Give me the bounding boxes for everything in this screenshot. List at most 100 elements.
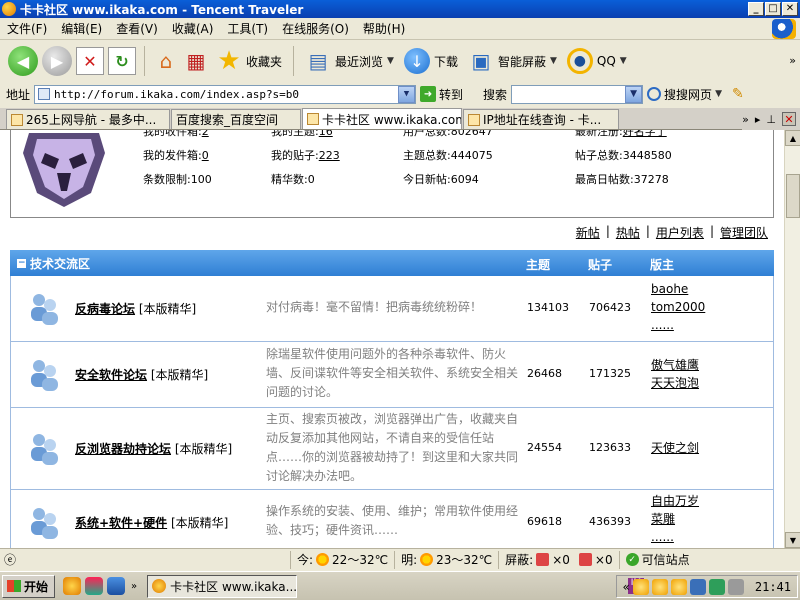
chevron-down-icon: ▼ bbox=[789, 535, 797, 545]
stop-button[interactable]: ✕ bbox=[76, 47, 104, 75]
moderator-link[interactable]: 自由万岁 bbox=[651, 492, 699, 510]
chevron-down-icon[interactable]: ▼ bbox=[550, 56, 557, 66]
close-window-button[interactable]: ✕ bbox=[782, 2, 798, 16]
tab-menu-icon[interactable]: ▸ bbox=[755, 113, 761, 126]
favorites-button[interactable]: ★ 收藏夹 bbox=[213, 45, 285, 77]
network-tray-icon[interactable] bbox=[708, 578, 725, 595]
scroll-thumb[interactable] bbox=[786, 174, 800, 218]
moderator-more-link[interactable]: ...... bbox=[651, 316, 705, 334]
menu-tools[interactable]: 工具(T) bbox=[220, 20, 275, 37]
menu-view[interactable]: 查看(V) bbox=[109, 20, 165, 37]
stat-my-posts: 我的贴子:223 bbox=[271, 149, 340, 162]
forum-essence-link[interactable]: [本版精华] bbox=[139, 302, 196, 316]
moderator-link[interactable]: baohe bbox=[651, 280, 705, 298]
moderator-link[interactable]: 菜雕 bbox=[651, 510, 699, 528]
qq-tray-icon[interactable] bbox=[670, 578, 687, 595]
taskbar-window-button[interactable]: 卡卡社区 www.ikaka.... bbox=[147, 574, 298, 598]
tray-expand-button[interactable]: « bbox=[623, 580, 630, 594]
tab-overflow-button[interactable]: » bbox=[742, 113, 749, 126]
qq-tray-icon[interactable] bbox=[632, 578, 649, 595]
forum-moderators: 自由万岁 菜雕 ...... bbox=[651, 492, 699, 546]
forum-link[interactable]: 反浏览器劫持论坛 bbox=[75, 442, 171, 456]
go-button[interactable]: ➜ 转到 bbox=[420, 86, 463, 103]
browser-quicklaunch-icon[interactable] bbox=[63, 577, 82, 595]
admin-team-link[interactable]: 管理团队 bbox=[720, 224, 768, 241]
forum-link[interactable]: 反病毒论坛 bbox=[75, 302, 135, 316]
weather-tomorrow[interactable]: 明: 23～32℃ bbox=[394, 550, 498, 569]
tab-265-nav[interactable]: 265上网导航 - 最多中... bbox=[6, 109, 170, 129]
menu-favorites[interactable]: 收藏(A) bbox=[165, 20, 221, 37]
taskbar: 开始 » 卡卡社区 www.ikaka.... IM « 21:41 bbox=[0, 571, 800, 600]
download-button[interactable]: ↓ 下载 bbox=[401, 45, 461, 77]
moderator-more-link[interactable]: ...... bbox=[651, 528, 699, 546]
home-button[interactable]: ⌂ bbox=[153, 48, 179, 74]
tab-baidu-space[interactable]: 百度搜索_百度空间 bbox=[171, 109, 301, 129]
ie-quicklaunch-icon[interactable] bbox=[107, 577, 126, 595]
pin-icon[interactable]: ⊥ bbox=[766, 113, 776, 126]
media-quicklaunch-icon[interactable] bbox=[85, 577, 104, 595]
moderator-link[interactable]: 天使之剑 bbox=[651, 439, 699, 457]
tab-ip-lookup[interactable]: IP地址在线查询 - 卡... bbox=[463, 109, 619, 129]
forum-topic-count: 134103 bbox=[527, 301, 569, 314]
forum-link[interactable]: 系统+软件+硬件 bbox=[75, 516, 167, 530]
moderator-link[interactable]: tom2000 bbox=[651, 298, 705, 316]
maximize-button[interactable]: □ bbox=[765, 2, 781, 16]
start-button[interactable]: 开始 bbox=[2, 574, 56, 598]
forum-link[interactable]: 安全软件论坛 bbox=[75, 368, 147, 382]
forum-essence-link[interactable]: [本版精华] bbox=[151, 368, 208, 382]
inbox-count-link[interactable]: 2 bbox=[202, 130, 209, 138]
user-profile-box: 我的收件箱:2 我的主题:16 用户总数:802647 最新注册:好名字了 我的… bbox=[10, 130, 774, 218]
search-web-button[interactable]: 搜搜网页 ▼ bbox=[647, 86, 722, 103]
stat-max-daily-posts: 最高日帖数:37278 bbox=[575, 173, 669, 186]
weather-today[interactable]: 今: 22～32℃ bbox=[290, 550, 394, 569]
vertical-scrollbar[interactable]: ▲ ▼ bbox=[784, 130, 800, 548]
new-posts-link[interactable]: 新帖 bbox=[576, 224, 600, 241]
qq-button[interactable]: ● QQ ▼ bbox=[564, 45, 630, 77]
newest-member-link[interactable]: 好名字了 bbox=[623, 130, 667, 138]
quicklaunch-overflow-icon[interactable]: » bbox=[131, 581, 137, 592]
menu-file[interactable]: 文件(F) bbox=[0, 20, 54, 37]
col-header-mods: 版主 bbox=[650, 258, 675, 272]
my-topics-link[interactable]: 16 bbox=[319, 130, 333, 138]
calendar-button[interactable]: ▦ bbox=[183, 48, 209, 74]
forward-button[interactable]: ▶ bbox=[42, 46, 72, 76]
moderator-link[interactable]: 傲气雄鹰 bbox=[651, 356, 699, 374]
close-tab-button[interactable]: ✕ bbox=[782, 112, 796, 126]
menu-edit[interactable]: 编辑(E) bbox=[54, 20, 109, 37]
antivirus-tray-icon[interactable] bbox=[689, 578, 706, 595]
smart-block-button[interactable]: ▣ 智能屏蔽 ▼ bbox=[465, 45, 560, 77]
scroll-down-button[interactable]: ▼ bbox=[785, 532, 800, 548]
my-posts-link[interactable]: 223 bbox=[319, 149, 340, 162]
toolbar-overflow-button[interactable]: » bbox=[789, 54, 796, 67]
menu-online-services[interactable]: 在线服务(O) bbox=[275, 20, 356, 37]
moderator-link[interactable]: 天天泡泡 bbox=[651, 374, 699, 392]
tab-ikaka[interactable]: 卡卡社区 www.ikaka.com bbox=[302, 108, 462, 129]
chevron-down-icon[interactable]: ▼ bbox=[715, 89, 722, 99]
browser-app-icon[interactable] bbox=[2, 2, 16, 16]
qq-tray-icon[interactable] bbox=[651, 578, 668, 595]
forum-essence-link[interactable]: [本版精华] bbox=[171, 516, 228, 530]
volume-tray-icon[interactable] bbox=[727, 578, 744, 595]
outbox-count-link[interactable]: 0 bbox=[202, 149, 209, 162]
collapse-icon[interactable]: − bbox=[17, 258, 26, 268]
chevron-down-icon[interactable]: ▼ bbox=[620, 56, 627, 66]
trusted-site-status[interactable]: ✓ 可信站点 bbox=[618, 550, 696, 569]
chevron-down-icon[interactable]: ▼ bbox=[387, 56, 394, 66]
highlighter-icon[interactable]: ✎ bbox=[732, 86, 744, 102]
forum-essence-link[interactable]: [本版精华] bbox=[175, 442, 232, 456]
refresh-button[interactable]: ↻ bbox=[108, 47, 136, 75]
search-input[interactable]: ▼ bbox=[511, 84, 644, 104]
favorites-label: 收藏夹 bbox=[246, 54, 283, 69]
block-status[interactable]: 屏蔽: ×0 ×0 bbox=[498, 550, 618, 569]
stop-x-icon: ✕ bbox=[83, 51, 97, 71]
address-input[interactable]: http://forum.ikaka.com/index.asp?s=b0 ▼ bbox=[34, 84, 417, 104]
scroll-up-button[interactable]: ▲ bbox=[785, 130, 800, 146]
hot-posts-link[interactable]: 热帖 bbox=[616, 224, 640, 241]
search-engine-dropdown[interactable]: ▼ bbox=[625, 85, 643, 103]
user-list-link[interactable]: 用户列表 bbox=[656, 224, 704, 241]
minimize-button[interactable]: _ bbox=[748, 2, 764, 16]
menu-help[interactable]: 帮助(H) bbox=[356, 20, 412, 37]
recent-history-button[interactable]: ▤ 最近浏览 ▼ bbox=[302, 45, 397, 77]
back-button[interactable]: ◀ bbox=[8, 46, 38, 76]
address-dropdown-button[interactable]: ▼ bbox=[398, 85, 416, 103]
